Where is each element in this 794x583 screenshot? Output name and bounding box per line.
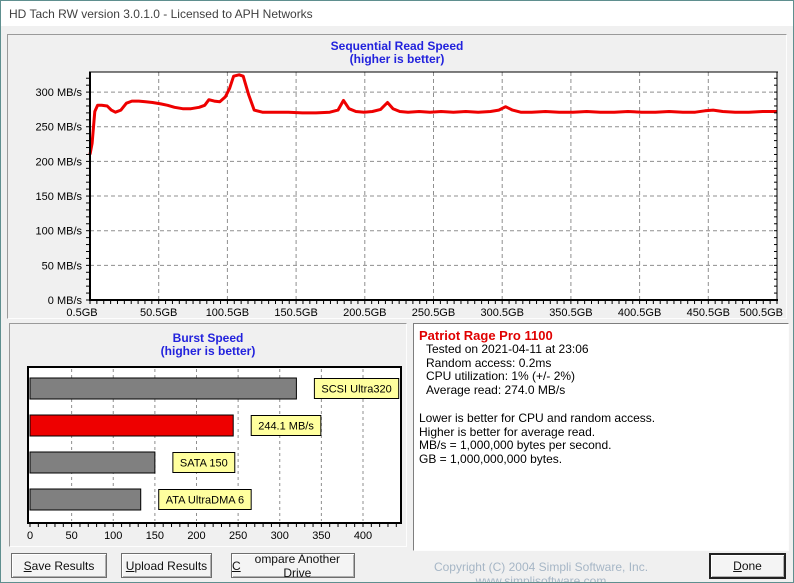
window-title: HD Tach RW version 3.0.1.0 - Licensed to… — [9, 6, 313, 21]
copyright-text: Copyright (C) 2004 Simpli Software, Inc.… — [433, 560, 649, 583]
compare-another-drive-button[interactable]: Compare Another Drive — [231, 552, 355, 580]
drive-info-panel: Patriot Rage Pro 1100 Tested on 2021-04-… — [413, 323, 789, 551]
svg-text:250.5GB: 250.5GB — [412, 307, 455, 318]
svg-text:300.5GB: 300.5GB — [480, 307, 523, 318]
svg-text:SCSI Ultra320: SCSI Ultra320 — [321, 384, 391, 396]
svg-text:150.5GB: 150.5GB — [274, 307, 317, 318]
note-higher-better: Higher is better for average read. — [419, 424, 596, 439]
svg-text:150: 150 — [146, 530, 164, 542]
sequential-read-chart: 0 MB/s 50 MB/s 100 MB/s 150 MB/s 200 MB/s 250… — [36, 71, 783, 318]
burst-chart-title-line2: (higher is better) — [160, 344, 256, 358]
tested-on-line: Tested on 2021-04-11 at 23:06 — [426, 342, 589, 356]
note-gb-definition: GB = 1,000,000,000 bytes. — [419, 451, 563, 466]
svg-text:150 MB/s: 150 MB/s — [36, 191, 83, 203]
drive-name: Patriot Rage Pro 1100 — [419, 328, 553, 343]
burst-speed-panel: Burst Speed (higher is better) SCSI Ultr… — [9, 323, 407, 547]
svg-text:100: 100 — [104, 530, 122, 542]
upload-results-button[interactable]: Upload Results — [121, 553, 212, 578]
svg-text:0 MB/s: 0 MB/s — [48, 295, 83, 307]
svg-text:100 MB/s: 100 MB/s — [36, 226, 83, 238]
svg-text:100.5GB: 100.5GB — [206, 307, 249, 318]
svg-text:450.5GB: 450.5GB — [687, 307, 730, 318]
note-lower-better: Lower is better for CPU and random acces… — [419, 411, 656, 425]
note-mbs-definition: MB/s = 1,000,000 bytes per second. — [419, 438, 612, 452]
svg-text:0: 0 — [27, 530, 33, 542]
svg-text:50: 50 — [66, 530, 78, 542]
cpu-utilization-line: CPU utilization: 1% (+/- 2%) — [426, 369, 576, 383]
svg-text:244.1 MB/s: 244.1 MB/s — [258, 421, 314, 433]
svg-text:SATA 150: SATA 150 — [180, 458, 228, 470]
hdtach-window: HD Tach RW version 3.0.1.0 - Licensed to… — [0, 0, 794, 583]
svg-text:50.5GB: 50.5GB — [140, 307, 177, 318]
svg-text:250: 250 — [229, 530, 247, 542]
svg-text:200: 200 — [187, 530, 205, 542]
svg-text:ATA UltraDMA 6: ATA UltraDMA 6 — [166, 495, 244, 507]
svg-text:250 MB/s: 250 MB/s — [36, 122, 83, 134]
sequential-read-panel: Sequential Read Speed (higher is better)… — [7, 34, 787, 319]
svg-text:200.5GB: 200.5GB — [343, 307, 386, 318]
burst-speed-chart: SCSI Ultra320 244.1 MB/s SATA 150 ATA Ultra… — [27, 366, 402, 542]
svg-text:50 MB/s: 50 MB/s — [42, 260, 83, 272]
average-read-line: Average read: 274.0 MB/s — [426, 382, 566, 397]
svg-text:0.5GB: 0.5GB — [66, 307, 97, 318]
title-bar[interactable]: HD Tach RW version 3.0.1.0 - Licensed to… — [1, 1, 793, 26]
svg-text:200 MB/s: 200 MB/s — [36, 156, 83, 168]
save-results-button[interactable]: Save Results — [11, 553, 107, 578]
svg-text:350: 350 — [312, 530, 330, 542]
svg-text:350.5GB: 350.5GB — [549, 307, 592, 318]
svg-text:400.5GB: 400.5GB — [618, 307, 661, 318]
svg-text:300: 300 — [271, 530, 289, 542]
done-button[interactable]: Done — [709, 553, 786, 579]
svg-text:300 MB/s: 300 MB/s — [36, 87, 83, 99]
burst-chart-title: Burst Speed (higher is better) — [10, 332, 406, 358]
svg-text:500.5GB: 500.5GB — [740, 307, 783, 318]
svg-text:400: 400 — [354, 530, 372, 542]
random-access-line: Random access: 0.2ms — [426, 355, 552, 370]
